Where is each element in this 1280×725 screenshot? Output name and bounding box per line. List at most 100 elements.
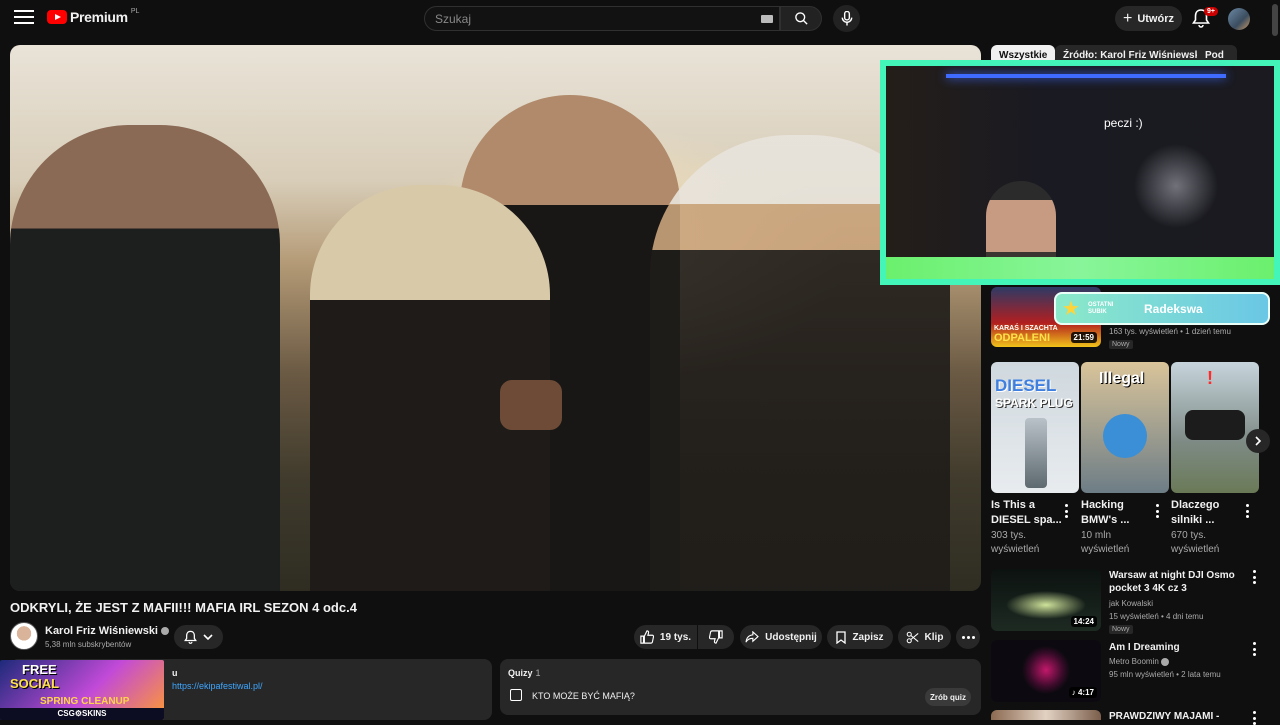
short-views: 10 mln wyświetleń <box>1081 529 1129 557</box>
video-title: Warsaw at night DJI Osmo pocket 3 4K cz 3 <box>1109 569 1235 595</box>
more-actions-button[interactable] <box>956 625 980 649</box>
more-options-icon[interactable] <box>1064 504 1068 518</box>
thumbnail-text: KARAŚ I SZACHTA <box>994 325 1058 332</box>
description-link[interactable]: https://ekipafestiwal.pl/ <box>172 681 263 691</box>
short-views-line: wyświetleń <box>1171 544 1220 555</box>
dislike-button[interactable] <box>698 625 734 649</box>
video-channel: Metro Boomin <box>1109 655 1170 668</box>
take-quiz-button[interactable]: Zrób quiz <box>925 688 971 706</box>
quiz-count: 1 <box>535 668 541 678</box>
video-duration: 14:24 <box>1070 616 1097 627</box>
search-button[interactable] <box>780 6 822 31</box>
channel-name: Metro Boomin <box>1109 657 1159 666</box>
short-title: Dlaczego silniki ... <box>1171 498 1219 528</box>
video-frame-person <box>10 125 280 591</box>
more-options-icon[interactable] <box>1252 570 1256 584</box>
webcam-caption: peczi :) <box>1104 116 1143 130</box>
thumbnail-text: DIESEL <box>995 376 1057 395</box>
quiz-header-label: Quizy <box>508 668 533 678</box>
video-meta: 95 mln wyświetleń • 2 lata temu <box>1109 670 1221 679</box>
account-avatar[interactable] <box>1228 8 1250 30</box>
exclamation-icon: ! <box>1207 368 1213 388</box>
video-meta: 15 wyświetleń • 4 dni temu <box>1109 612 1204 621</box>
youtube-logo[interactable]: Premium PL <box>47 8 139 25</box>
share-icon <box>745 631 759 643</box>
video-meta: 163 tys. wyświetleń • 1 dzień temu <box>1109 327 1231 336</box>
checkbox-icon <box>510 689 522 701</box>
short-title-line: Hacking <box>1081 499 1124 511</box>
share-button[interactable]: Udostępnij <box>740 625 822 649</box>
share-label: Udostępnij <box>765 631 817 643</box>
thumbnail-text: ODPALENI <box>994 332 1051 344</box>
video-title-line: Warsaw at night DJI Osmo <box>1109 570 1235 581</box>
logo-text: Premium <box>70 9 128 25</box>
video-title-main: ODKRYLI, ŻE JEST Z MAFII!!! MAFIA IRL SE… <box>10 600 357 615</box>
subscription-bell-button[interactable] <box>174 625 223 649</box>
clip-button[interactable]: Klip <box>898 625 951 649</box>
scissors-icon <box>906 631 919 643</box>
create-label: Utwórz <box>1137 12 1174 25</box>
webcam-frame-bottom <box>886 257 1274 279</box>
short-views: 670 tys. wyświetleń <box>1171 529 1219 557</box>
search-input[interactable] <box>425 7 745 30</box>
webcam-room <box>886 66 1274 279</box>
search-box[interactable] <box>424 6 780 31</box>
thumbnail-text: Illegal <box>1099 370 1145 387</box>
create-button[interactable]: + Utwórz <box>1115 6 1182 31</box>
music-note-icon: ♪ <box>1071 688 1076 697</box>
save-label: Zapisz <box>852 631 884 643</box>
channel-name-main[interactable]: Karol Friz Wiśniewski <box>45 625 170 637</box>
bell-icon <box>184 630 197 644</box>
notification-badge: 9+ <box>1204 7 1218 16</box>
video-title: Am I Dreaming <box>1109 642 1180 653</box>
short-views-line: wyświetleń <box>991 544 1040 555</box>
short-title: Is This a DIESEL spa... <box>991 498 1062 528</box>
verified-icon <box>161 627 170 636</box>
channel-avatar[interactable] <box>10 622 38 650</box>
more-options-icon[interactable] <box>1252 711 1256 725</box>
promo-brand: CSG⚙SKINS <box>0 708 164 720</box>
like-count: 19 tys. <box>659 631 692 643</box>
video-title: PRAWDZIWY MAJAMI - <box>1109 711 1220 722</box>
quiz-header: Quizy 1 <box>508 668 541 678</box>
quiz-question: KTO MOŻE BYĆ MAFIĄ? <box>532 691 635 701</box>
short-title: Hacking BMW's ... <box>1081 498 1129 528</box>
chevron-down-icon <box>203 633 213 640</box>
short-thumbnail[interactable]: DIESEL SPARK PLUG <box>991 362 1079 493</box>
like-button[interactable]: 19 tys. <box>634 625 697 649</box>
more-options-icon[interactable] <box>1155 504 1159 518</box>
clip-label: Klip <box>924 631 944 643</box>
verified-icon <box>1161 657 1170 666</box>
shorts-next-button[interactable] <box>1246 429 1270 453</box>
thumbs-up-icon <box>640 630 654 644</box>
scrollbar[interactable] <box>1272 4 1278 36</box>
video-channel: jak Kowalski <box>1109 599 1154 608</box>
short-thumbnail[interactable]: ! <box>1171 362 1259 493</box>
device-image <box>1103 414 1147 458</box>
star-icon: ★ <box>1062 297 1080 320</box>
sidebar-video-thumbnail[interactable]: ♪ 4:17 <box>991 640 1101 702</box>
microphone-icon <box>841 11 852 26</box>
webcam-overlay: peczi :) <box>880 60 1280 285</box>
last-subscriber-plate: ★ OSTATNI SUBIK Radekswa <box>1054 292 1270 325</box>
channel-name-text: Karol Friz Wiśniewski <box>45 625 158 637</box>
sidebar-video-thumbnail[interactable]: 14:24 <box>991 569 1101 631</box>
top-bar: Premium PL + Utwórz 9+ <box>0 0 1280 38</box>
save-button[interactable]: Zapisz <box>827 625 893 649</box>
short-thumbnail[interactable]: Illegal <box>1081 362 1169 493</box>
keyboard-icon[interactable] <box>761 15 773 23</box>
promo-text: SPRING CLEANUP <box>40 696 130 707</box>
video-player[interactable] <box>10 45 981 591</box>
more-options-icon[interactable] <box>1245 504 1249 518</box>
voice-search-button[interactable] <box>833 5 860 32</box>
menu-icon[interactable] <box>14 10 34 26</box>
promo-text: FREE <box>22 662 57 677</box>
short-title-line: silniki ... <box>1171 514 1215 526</box>
video-title-line: pocket 3 4K cz 3 <box>1109 583 1187 594</box>
more-options-icon[interactable] <box>1252 642 1256 656</box>
notifications-button[interactable]: 9+ <box>1192 7 1218 30</box>
promo-text: SOCIAL <box>10 676 60 691</box>
sidebar-video-thumbnail[interactable] <box>991 710 1101 720</box>
spark-plug-image <box>1025 418 1047 488</box>
short-views: 303 tys. wyświetleń <box>991 529 1039 557</box>
